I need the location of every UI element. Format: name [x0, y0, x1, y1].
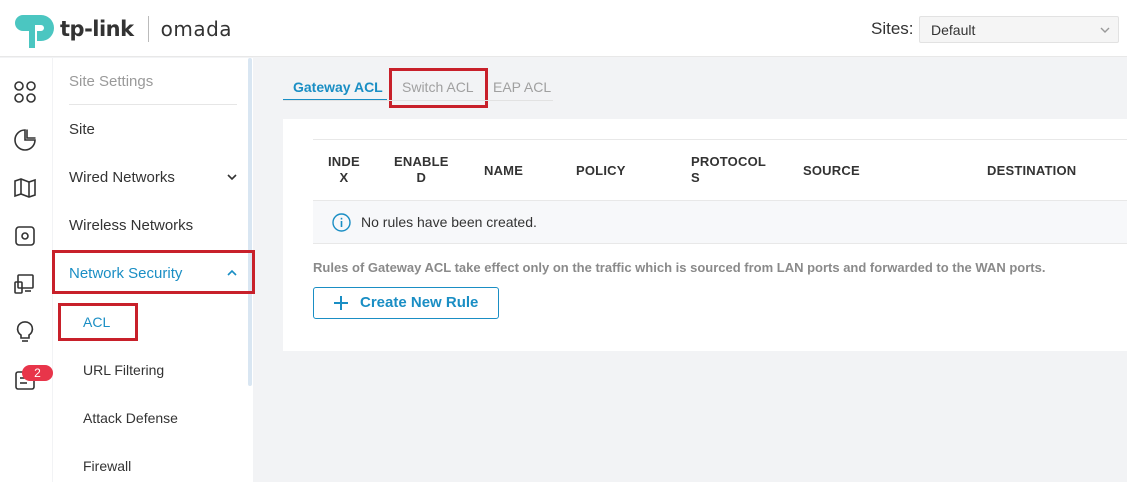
chevron-down-icon — [1100, 27, 1110, 33]
icon-rail — [0, 58, 52, 482]
create-new-rule-label: Create New Rule — [360, 294, 479, 311]
sites-select[interactable]: Default — [919, 16, 1119, 43]
map-icon[interactable] — [13, 176, 37, 200]
sites-select-value: Default — [931, 22, 976, 38]
highlight-network-security — [52, 250, 255, 294]
brand-name: tp-link — [60, 17, 134, 41]
nav-subitem-firewall[interactable]: Firewall — [83, 458, 131, 474]
gateway-acl-note: Rules of Gateway ACL take effect only on… — [313, 260, 1046, 275]
column-header-name[interactable]: NAME — [484, 163, 523, 178]
top-header: tp-link omada Sites: Default — [0, 0, 1127, 57]
chevron-down-icon[interactable] — [226, 171, 238, 183]
plus-icon — [334, 296, 348, 310]
tp-link-logo-icon — [15, 15, 54, 48]
column-header-policy[interactable]: POLICY — [576, 163, 626, 178]
logo-divider — [147, 16, 149, 42]
table-header: INDE X ENABLE D NAME POLICY PROTOCOL S S… — [313, 139, 1127, 201]
subnav-heading: Site Settings — [69, 73, 154, 90]
insight-icon[interactable] — [13, 320, 37, 344]
empty-message: No rules have been created. — [361, 214, 537, 230]
column-header-destination[interactable]: DESTINATION — [987, 163, 1076, 178]
dashboard-icon[interactable] — [13, 80, 37, 104]
notification-badge: 2 — [22, 365, 53, 381]
tab-eap-acl[interactable]: EAP ACL — [493, 73, 551, 101]
info-icon — [332, 213, 351, 232]
tabs-baseline — [283, 100, 553, 101]
subnav-scrollbar[interactable] — [248, 58, 252, 386]
nav-item-site[interactable]: Site — [69, 121, 95, 138]
nav-subitem-attack-defense[interactable]: Attack Defense — [83, 410, 178, 426]
column-header-source[interactable]: SOURCE — [803, 163, 860, 178]
tab-switch-acl[interactable]: Switch ACL — [402, 73, 474, 101]
column-header-enabled[interactable]: ENABLE D — [394, 154, 449, 186]
create-new-rule-button[interactable]: Create New Rule — [313, 287, 499, 319]
product-name: omada — [160, 17, 233, 41]
clients-icon[interactable] — [13, 272, 37, 296]
subnav-divider — [69, 104, 237, 105]
column-header-protocols[interactable]: PROTOCOL S — [691, 154, 766, 186]
acl-card: INDE X ENABLE D NAME POLICY PROTOCOL S S… — [283, 119, 1127, 351]
statistics-icon[interactable] — [13, 128, 37, 152]
sites-label: Sites: — [871, 19, 914, 38]
nav-subitem-url-filtering[interactable]: URL Filtering — [83, 362, 164, 378]
devices-icon[interactable] — [13, 224, 37, 248]
logo[interactable]: tp-link omada — [14, 8, 232, 50]
tab-gateway-acl[interactable]: Gateway ACL — [293, 73, 383, 101]
highlight-acl — [58, 303, 138, 341]
nav-item-wireless-networks[interactable]: Wireless Networks — [69, 217, 193, 234]
empty-table-row: No rules have been created. — [313, 201, 1127, 244]
column-header-index[interactable]: INDE X — [328, 154, 360, 186]
nav-item-wired-networks[interactable]: Wired Networks — [69, 169, 175, 186]
